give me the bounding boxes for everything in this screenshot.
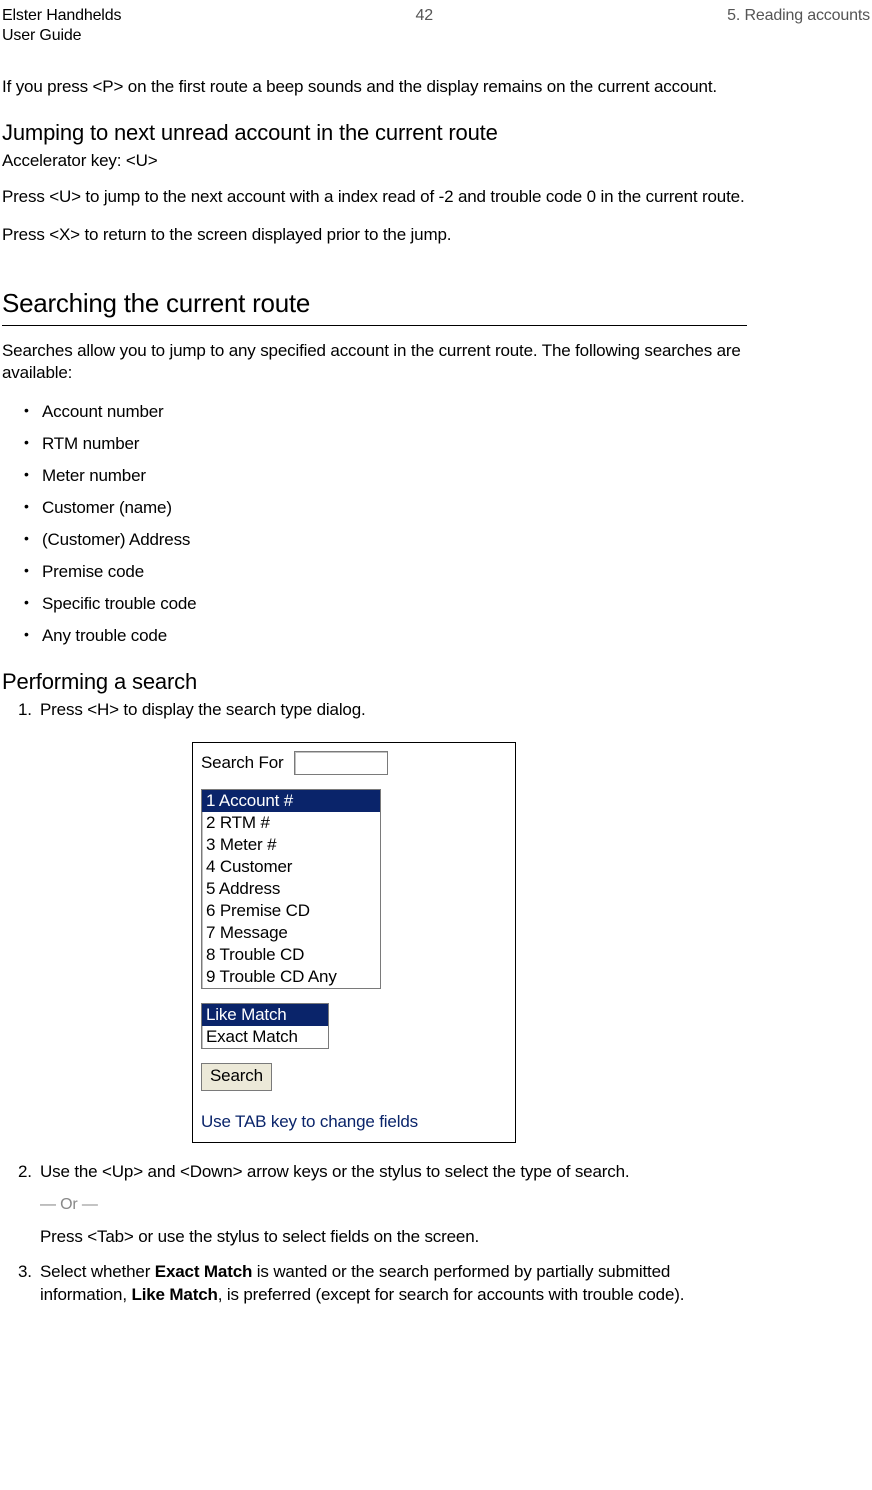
or-separator: — Or — (40, 1194, 747, 1216)
dialog-hint: Use TAB key to change fields (201, 1111, 507, 1134)
jump-heading: Jumping to next unread account in the cu… (2, 120, 747, 146)
search-button[interactable]: Search (201, 1063, 272, 1091)
page-header: Elster Handhelds User Guide 42 5. Readin… (2, 6, 870, 46)
steps-list: 1. Press <H> to display the search type … (18, 699, 747, 1306)
list-item[interactable]: 8 Trouble CD (202, 944, 380, 966)
perform-heading: Performing a search (2, 669, 747, 695)
step-2b-text: Press <Tab> or use the stylus to select … (40, 1226, 747, 1249)
list-item[interactable]: 9 Trouble CD Any (202, 966, 380, 988)
intro-paragraph: If you press <P> on the first route a be… (2, 76, 747, 98)
search-for-label: Search For (201, 752, 284, 775)
search-type-listbox[interactable]: 1 Account # 2 RTM # 3 Meter # 4 Customer… (201, 789, 381, 989)
bullet-item: Any trouble code (24, 625, 747, 647)
search-dialog: Search For 1 Account # 2 RTM # 3 Meter #… (192, 742, 516, 1143)
jump-p1: Press <U> to jump to the next account wi… (2, 186, 747, 208)
step-3-text: Select whether Exact Match is wanted or … (40, 1262, 684, 1304)
bullet-item: Premise code (24, 561, 747, 583)
guide-name: User Guide (2, 26, 121, 46)
list-item[interactable]: 6 Premise CD (202, 900, 380, 922)
exact-match-label: Exact Match (155, 1262, 252, 1281)
step-number: 2. (18, 1161, 32, 1184)
bullet-item: RTM number (24, 433, 747, 455)
list-item[interactable]: Like Match (202, 1004, 328, 1026)
page-number: 42 (415, 6, 432, 26)
step-3-pre: Select whether (40, 1262, 155, 1281)
bullet-item: Account number (24, 401, 747, 423)
step-1: 1. Press <H> to display the search type … (18, 699, 747, 1143)
bullet-item: Specific trouble code (24, 593, 747, 615)
search-heading: Searching the current route (2, 288, 747, 319)
section-rule (2, 325, 747, 326)
dialog-screenshot: Search For 1 Account # 2 RTM # 3 Meter #… (192, 742, 516, 1143)
list-item[interactable]: Exact Match (202, 1026, 328, 1048)
search-for-row: Search For (201, 751, 507, 775)
like-match-label: Like Match (131, 1285, 217, 1304)
bullet-item: Meter number (24, 465, 747, 487)
search-intro: Searches allow you to jump to any specif… (2, 340, 747, 384)
match-type-listbox[interactable]: Like Match Exact Match (201, 1003, 329, 1049)
step-number: 1. (18, 699, 32, 722)
search-bullets: Account number RTM number Meter number C… (24, 401, 747, 648)
list-item[interactable]: 7 Message (202, 922, 380, 944)
step-2: 2. Use the <Up> and <Down> arrow keys or… (18, 1161, 747, 1248)
list-item[interactable]: 5 Address (202, 878, 380, 900)
content-area: If you press <P> on the first route a be… (2, 76, 747, 1306)
chapter-title: 5. Reading accounts (727, 6, 870, 26)
list-item[interactable]: 3 Meter # (202, 834, 380, 856)
step-number: 3. (18, 1261, 32, 1284)
list-item[interactable]: 1 Account # (202, 790, 380, 812)
step-text: Use the <Up> and <Down> arrow keys or th… (40, 1162, 629, 1181)
step-text: Press <H> to display the search type dia… (40, 700, 366, 719)
step-3: 3. Select whether Exact Match is wanted … (18, 1261, 747, 1307)
bullet-item: Customer (name) (24, 497, 747, 519)
jump-accelerator: Accelerator key: <U> (2, 150, 747, 172)
search-for-input[interactable] (294, 751, 388, 775)
jump-p2: Press <X> to return to the screen displa… (2, 224, 747, 246)
bullet-item: (Customer) Address (24, 529, 747, 551)
step-3-post: , is preferred (except for search for ac… (218, 1285, 685, 1304)
brand-name: Elster Handhelds (2, 6, 121, 26)
header-left: Elster Handhelds User Guide (2, 6, 121, 46)
list-item[interactable]: 2 RTM # (202, 812, 380, 834)
list-item[interactable]: 4 Customer (202, 856, 380, 878)
